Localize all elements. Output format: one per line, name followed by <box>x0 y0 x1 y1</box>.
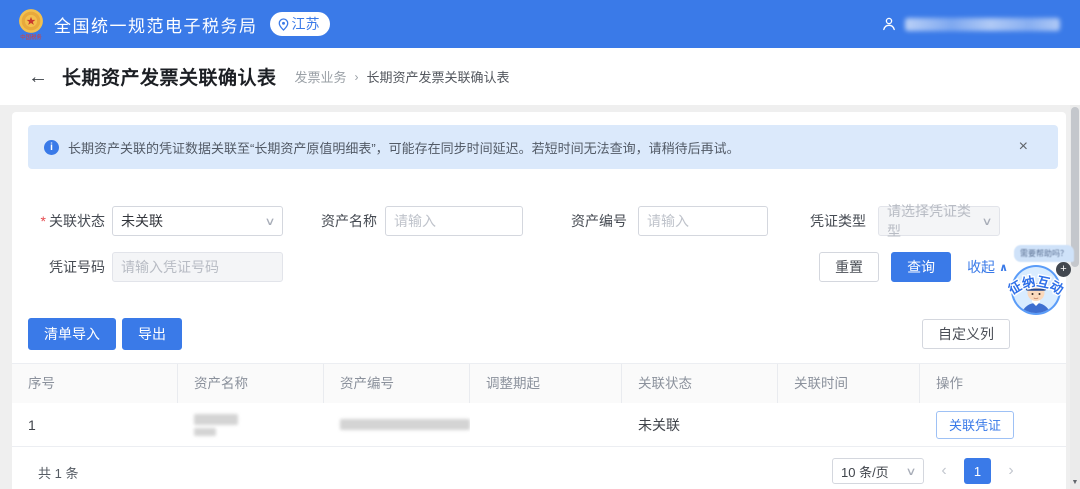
logo-caption: 中国税务 <box>20 34 42 41</box>
cell-linked-time <box>778 403 920 446</box>
pagination-total: 共 1 条 <box>38 466 79 481</box>
asset-no-label: 资产编号 <box>571 213 627 229</box>
col-status: 关联状态 <box>622 364 778 403</box>
status-select-value: 未关联 <box>121 213 163 229</box>
scroll-down-icon[interactable]: ▼ <box>1070 476 1080 489</box>
required-mark: * <box>40 213 46 229</box>
asset-name-label: 资产名称 <box>321 213 377 229</box>
voucher-type-placeholder: 请选择凭证类型 <box>887 203 971 239</box>
assistant-expand-icon[interactable]: + <box>1056 262 1071 277</box>
prev-page-icon[interactable]: ‹ <box>937 458 951 484</box>
tax-bureau-logo: 中国税务 <box>18 8 44 41</box>
app-title: 全国统一规范电子税务局 <box>54 16 258 36</box>
reset-button[interactable]: 重置 <box>819 252 880 282</box>
back-button[interactable]: ← <box>28 67 48 87</box>
col-adjust-start: 调整期起 <box>470 364 622 403</box>
redacted-asset-name <box>194 413 238 436</box>
location-pin-icon <box>278 17 288 31</box>
user-account[interactable] <box>881 16 1060 32</box>
chevron-up-icon: ∧ <box>999 261 1008 274</box>
cell-seq: 1 <box>28 416 36 433</box>
cell-adjust-start <box>470 403 622 446</box>
search-button[interactable]: 查询 <box>891 252 952 282</box>
user-icon <box>883 17 895 31</box>
customize-columns-button[interactable]: 自定义列 <box>922 319 1010 349</box>
chevron-down-icon: ∨ <box>264 215 276 228</box>
col-linked-time: 关联时间 <box>778 364 920 403</box>
scrollbar-thumb[interactable] <box>1071 107 1079 267</box>
info-icon: i <box>44 139 59 155</box>
notice-close-icon[interactable]: × <box>1019 138 1028 156</box>
region-badge[interactable]: 江苏 <box>269 12 330 36</box>
chevron-down-icon: ∨ <box>981 215 993 228</box>
pagination: 10 条/页 ∨ ‹ 1 › <box>832 458 1018 484</box>
asset-no-input[interactable] <box>647 213 759 229</box>
status-select[interactable]: 未关联 ∨ <box>112 206 283 236</box>
cell-status: 未关联 <box>638 416 680 433</box>
table-row: 1 未关联 关联凭证 <box>12 403 1066 447</box>
voucher-no-label: 凭证号码 <box>49 259 105 275</box>
table-header: 序号 资产名称 资产编号 调整期起 关联状态 关联时间 操作 <box>12 363 1066 403</box>
col-seq: 序号 <box>12 364 178 403</box>
breadcrumb: 发票业务 › 长期资产发票关联确认表 <box>295 67 510 86</box>
breadcrumb-band: ← 长期资产发票关联确认表 发票业务 › 长期资产发票关联确认表 <box>0 48 1080 105</box>
voucher-type-label: 凭证类型 <box>810 213 866 229</box>
national-emblem-icon <box>19 8 43 33</box>
current-page-button[interactable]: 1 <box>964 458 991 484</box>
voucher-no-field: 请输入凭证号码 <box>112 252 283 282</box>
redacted-asset-no <box>340 419 470 430</box>
region-label: 江苏 <box>291 16 320 32</box>
col-asset-name: 资产名称 <box>178 364 324 403</box>
voucher-type-select: 请选择凭证类型 ∨ <box>878 203 1000 239</box>
breadcrumb-parent[interactable]: 发票业务 <box>295 67 347 86</box>
col-action: 操作 <box>936 376 963 391</box>
asset-no-field <box>638 206 768 236</box>
col-asset-no: 资产编号 <box>324 364 470 403</box>
redacted-username <box>905 17 1060 31</box>
export-button[interactable]: 导出 <box>122 318 182 350</box>
content-card: i 长期资产关联的凭证数据关联至“长期资产原值明细表”，可能存在同步时间延迟。若… <box>12 112 1066 489</box>
page-title: 长期资产发票关联确认表 <box>62 68 277 89</box>
asset-name-field <box>385 206 523 236</box>
topbar: 中国税务 全国统一规范电子税务局 江苏 <box>0 0 1080 48</box>
breadcrumb-separator-icon: › <box>354 69 359 84</box>
link-voucher-button[interactable]: 关联凭证 <box>936 410 1015 439</box>
scrollbar-track[interactable]: ▼ <box>1070 105 1080 489</box>
cell-action: 关联凭证 <box>920 403 1066 446</box>
next-page-icon[interactable]: › <box>1004 458 1018 484</box>
breadcrumb-current: 长期资产发票关联确认表 <box>366 70 510 85</box>
filter-actions: 重置 查询 收起 ∧ <box>819 252 1008 282</box>
chevron-down-icon: ∨ <box>905 465 917 478</box>
asset-name-input[interactable] <box>394 213 514 229</box>
status-label: * 关联状态 <box>40 213 105 229</box>
collapse-link[interactable]: 收起 ∧ <box>967 257 1008 277</box>
voucher-no-placeholder: 请输入凭证号码 <box>121 259 219 275</box>
page-size-select[interactable]: 10 条/页 ∨ <box>832 458 924 484</box>
cell-asset-name <box>178 403 324 446</box>
collapse-label: 收起 <box>967 259 996 275</box>
screen: 中国税务 全国统一规范电子税务局 江苏 ← 长期资产发票关联确认表 发票业务 ›… <box>0 0 1080 489</box>
notice-banner: i 长期资产关联的凭证数据关联至“长期资产原值明细表”，可能存在同步时间延迟。若… <box>28 125 1058 169</box>
list-import-button[interactable]: 清单导入 <box>28 318 116 350</box>
page-size-value: 10 条/页 <box>841 464 889 480</box>
notice-text: 长期资产关联的凭证数据关联至“长期资产原值明细表”，可能存在同步时间延迟。若短时… <box>68 140 740 156</box>
cell-asset-no <box>324 403 470 446</box>
